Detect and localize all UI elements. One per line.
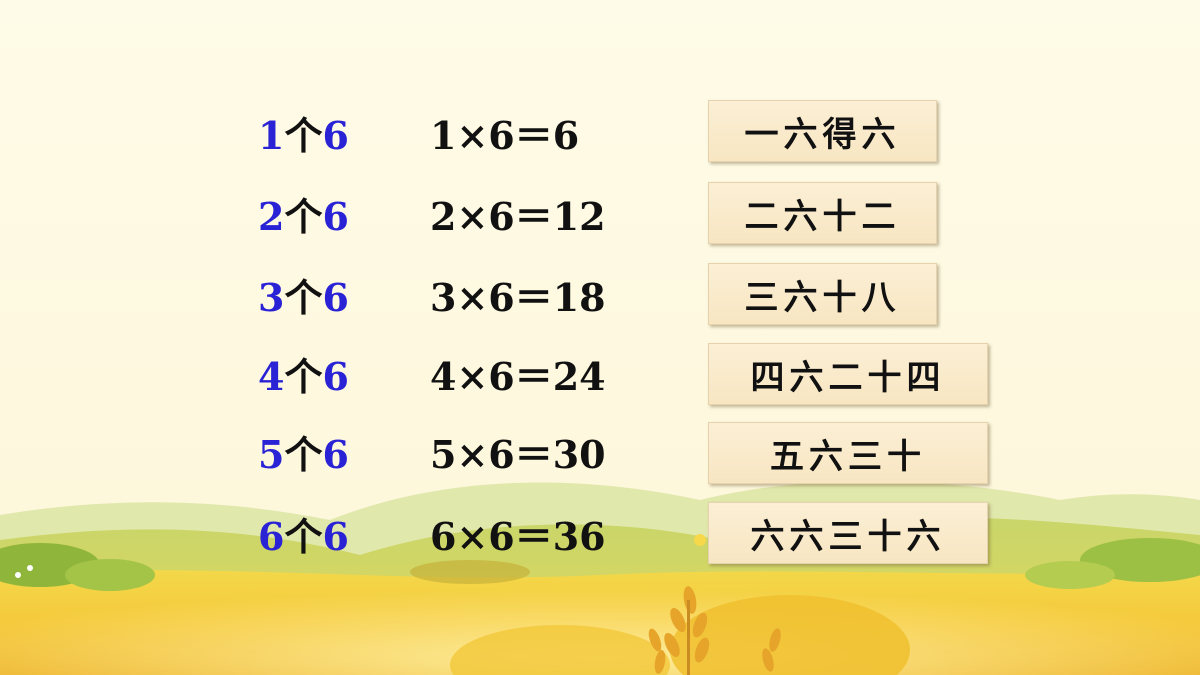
group-count: 4个6 <box>258 355 349 399</box>
meadow-background <box>0 0 1200 675</box>
table-row: 3个6 3×6＝18 三六十八 <box>0 263 1200 330</box>
rhyme-card: 六六三十六 <box>708 502 988 564</box>
table-row: 1个6 1×6＝6 一六得六 <box>0 100 1200 168</box>
rhyme-card: 五六三十 <box>708 422 988 484</box>
group-count: 2个6 <box>258 195 349 239</box>
equation: 3×6＝18 <box>430 275 606 320</box>
count-six: 6 <box>322 432 349 477</box>
rhyme-card: 四六二十四 <box>708 343 988 405</box>
count-six: 6 <box>322 514 349 559</box>
group-count: 5个6 <box>258 433 349 477</box>
count-six: 6 <box>322 275 349 320</box>
group-count: 1个6 <box>258 114 349 158</box>
count-unit: 个 <box>284 275 323 320</box>
count-number: 5 <box>258 432 285 477</box>
rhyme-card: 二六十二 <box>708 182 937 244</box>
group-count: 6个6 <box>258 515 349 559</box>
table-row: 4个6 4×6＝24 四六二十四 <box>0 343 1200 409</box>
table-row: 5个6 5×6＝30 五六三十 <box>0 422 1200 487</box>
table-row: 6个6 6×6＝36 六六三十六 <box>0 502 1200 569</box>
count-unit: 个 <box>284 432 323 477</box>
count-six: 6 <box>322 113 349 158</box>
rhyme-card: 一六得六 <box>708 100 937 162</box>
count-unit: 个 <box>284 113 323 158</box>
count-unit: 个 <box>284 194 323 239</box>
count-number: 2 <box>258 194 285 239</box>
count-unit: 个 <box>284 354 323 399</box>
count-six: 6 <box>322 354 349 399</box>
count-number: 6 <box>258 514 285 559</box>
equation: 6×6＝36 <box>430 514 606 559</box>
table-row: 2个6 2×6＝12 二六十二 <box>0 182 1200 249</box>
count-number: 4 <box>258 354 285 399</box>
count-six: 6 <box>322 194 349 239</box>
equation: 2×6＝12 <box>430 194 606 239</box>
rhyme-card: 三六十八 <box>708 263 937 325</box>
count-number: 3 <box>258 275 285 320</box>
count-number: 1 <box>258 113 285 158</box>
equation: 4×6＝24 <box>430 354 606 399</box>
group-count: 3个6 <box>258 276 349 320</box>
equation: 1×6＝6 <box>430 113 580 158</box>
count-unit: 个 <box>284 514 323 559</box>
equation: 5×6＝30 <box>430 432 606 477</box>
